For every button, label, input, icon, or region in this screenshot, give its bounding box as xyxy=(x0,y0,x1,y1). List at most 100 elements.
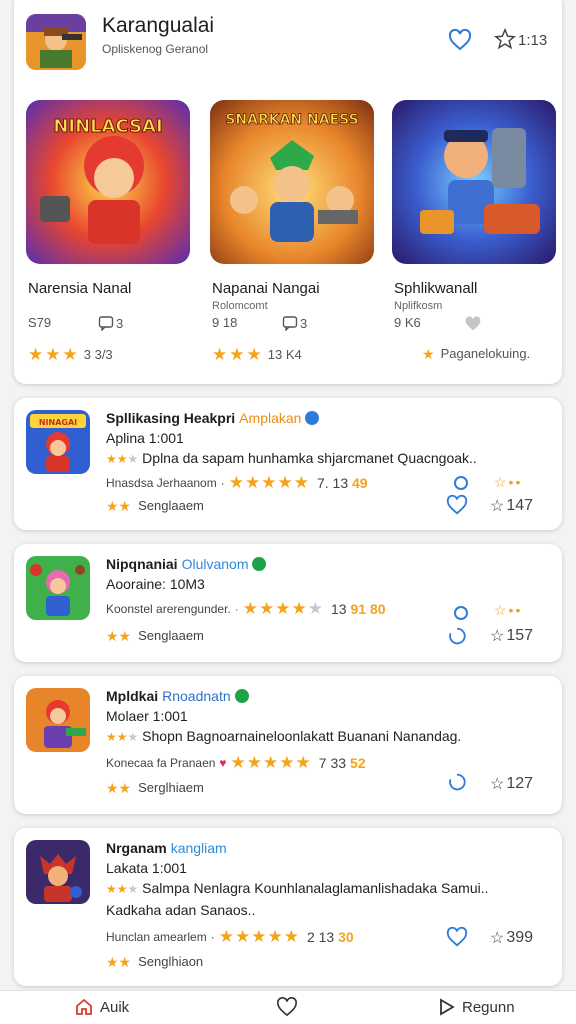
app-name: Nipqnaniai xyxy=(106,556,178,572)
app-icon xyxy=(26,556,90,620)
featured-favorite[interactable] xyxy=(464,315,482,331)
app-list-item-3[interactable]: Mpldkai Rnoadnatn Molaer 1:001 ★★★ Shopn … xyxy=(14,676,562,814)
star-icon: ☆ xyxy=(490,930,505,947)
star-icon: ☆ xyxy=(490,776,505,793)
rating-text: 13 K4 xyxy=(267,347,302,362)
nav-home-label: Auik xyxy=(100,998,130,1016)
star-button[interactable]: ☆ 399 xyxy=(490,928,533,948)
rating-stars: ★ ★ ★ ★ ★ xyxy=(218,927,299,946)
nav-home[interactable]: Auik xyxy=(74,997,129,1017)
refresh-icon[interactable] xyxy=(446,626,468,648)
verified-icon xyxy=(234,689,249,703)
featured-banner-text: SNARKAN NAESS xyxy=(225,112,358,128)
loading-icon xyxy=(454,476,468,490)
app-list-item-1[interactable]: NINAGAI Spllikasing Heakpri Amplakan Apli… xyxy=(14,398,562,530)
featured-app-1[interactable]: NINLACSAI Narensia Nanal S79 3 ★ ★ ★ 3 3/3 xyxy=(26,100,190,363)
rating-value: 13 91 80 xyxy=(331,600,386,617)
star-filled-icon: ★ xyxy=(422,345,435,362)
star-count: 127 xyxy=(506,775,534,792)
heart-filled-icon xyxy=(465,316,481,331)
heart-icon[interactable] xyxy=(446,494,468,516)
app-name: Spllikasing Heakpri xyxy=(106,410,236,426)
rating-stars: ★ ★ ★ ★ ★ xyxy=(228,473,309,492)
featured-rating: ★ ★ ★ 13 K4 xyxy=(212,346,302,363)
nav-favorites[interactable] xyxy=(276,997,298,1017)
featured-thumbnail: SNARKAN NAESS xyxy=(210,100,374,264)
featured-downloads: S79 xyxy=(28,315,52,330)
app-icon xyxy=(26,840,90,904)
featured-meta: Rolomcomt xyxy=(212,300,268,312)
more-dots-icon[interactable]: ☆•• xyxy=(494,474,522,491)
comment-count: 3 xyxy=(300,315,308,331)
rating-value: 2 13 30 xyxy=(306,928,354,945)
app-name: Nrganam xyxy=(106,840,167,856)
icon-banner-text: NINAGAI xyxy=(39,418,77,427)
app-title: Karangualai xyxy=(102,14,215,37)
rating-text: Paganelokuing. xyxy=(440,346,531,361)
app-category: Hnasdsa Jerhaanom xyxy=(106,475,217,490)
app-description: ★★★ Dplna da sapam hunhamka shjarcmanet … xyxy=(106,450,477,466)
featured-comments[interactable]: 3 xyxy=(98,315,123,331)
developer-name: Rnoadnatn xyxy=(162,688,231,704)
nav-share[interactable]: Regunn xyxy=(438,997,515,1017)
age-line: Aplina 1:001 xyxy=(106,430,184,446)
app-title: Spllikasing Heakpri Amplakan xyxy=(106,410,320,426)
app-icon xyxy=(26,688,90,752)
verified-icon xyxy=(252,557,267,571)
star-button[interactable]: ☆ 147 xyxy=(490,496,533,516)
star-icon[interactable] xyxy=(494,28,516,50)
heart-icon xyxy=(277,997,297,1017)
more-dots-icon[interactable]: ☆•• xyxy=(494,602,522,619)
featured-comments[interactable]: 3 xyxy=(282,315,307,331)
heart-icon[interactable] xyxy=(446,926,468,948)
developer-name: Olulvanom xyxy=(181,556,249,572)
star-filled-icon: ★ xyxy=(246,345,262,364)
app-icon: NINAGAI xyxy=(26,410,90,474)
header-card: Karangualai Opliskenog Geranol 1:13 NINL… xyxy=(14,0,562,384)
app-category: Koonstel arerengunder. xyxy=(106,601,231,616)
developer-name: Amplakan xyxy=(239,410,302,426)
star-count: 147 xyxy=(506,497,534,514)
star-count: 399 xyxy=(506,929,534,946)
nav-share-label: Regunn xyxy=(462,998,515,1016)
app-list-item-2[interactable]: Nipqnaniai Olulvanom Aooraine: 10M3 Koons… xyxy=(14,544,562,662)
loading-icon xyxy=(454,606,468,620)
featured-name: Sphlikwanall xyxy=(394,280,478,297)
star-button[interactable]: ☆ 127 xyxy=(490,774,533,794)
featured-name: Narensia Nanal xyxy=(28,280,132,297)
rating-row: Koonstel arerengunder. · ★ ★ ★ ★ ★ 13 91 80 xyxy=(106,599,386,618)
featured-thumbnail xyxy=(392,100,556,264)
rating-row: Hnasdsa Jerhaanom · ★ ★ ★ ★ ★ 7. 13 49 xyxy=(106,473,368,492)
verified-icon xyxy=(305,411,320,425)
rating-text: 3 3/3 xyxy=(83,347,113,362)
app-tag: ★★ Senglaaem xyxy=(106,497,204,514)
app-list-item-4[interactable]: Nrganam kangliam Lakata 1:001 ★★★ Salmpa … xyxy=(14,828,562,986)
bottom-nav: Auik Regunn xyxy=(0,990,576,1024)
rating-stars: ★ ★ ★ ★ ★ xyxy=(242,599,324,618)
rating-row: Konecaa fa Pranaen ♥ ★ ★ ★ ★ ★ 7 33 52 xyxy=(106,753,366,772)
featured-app-2[interactable]: SNARKAN NAESS Napanai Nangai Rolomcomt 9… xyxy=(210,100,374,363)
heart-icon[interactable] xyxy=(448,28,472,52)
star-button[interactable]: ☆ 157 xyxy=(490,626,533,646)
featured-meta: Nplifkosm xyxy=(394,300,443,312)
developer-name: kangliam xyxy=(170,840,227,856)
featured-downloads: 9 K6 xyxy=(394,315,421,330)
home-icon xyxy=(76,998,92,1015)
app-title: Nrganam kangliam xyxy=(106,840,227,856)
app-title: Nipqnaniai Olulvanom xyxy=(106,556,267,572)
featured-app-3[interactable]: Sphlikwanall Nplifkosm 9 K6 ★ Paganeloku… xyxy=(392,100,556,361)
featured-name: Napanai Nangai xyxy=(212,280,320,297)
refresh-icon[interactable] xyxy=(446,772,468,794)
app-title: Mpldkai Rnoadnatn xyxy=(106,688,249,704)
header-app-icon[interactable] xyxy=(26,14,86,70)
featured-downloads: 9 18 xyxy=(212,315,238,330)
app-tag: ★★ Serglhiaem xyxy=(106,779,204,796)
app-category: Konecaa fa Pranaen xyxy=(106,755,216,770)
star-filled-icon: ★ xyxy=(229,345,245,364)
comment-count: 3 xyxy=(116,315,124,331)
age-line: Lakata 1:001 xyxy=(106,860,187,876)
star-filled-icon: ★ xyxy=(62,345,78,364)
star-count: 157 xyxy=(506,627,534,644)
rating-stars: ★ ★ ★ ★ ★ xyxy=(230,753,311,772)
star-filled-icon: ★ xyxy=(212,345,228,364)
